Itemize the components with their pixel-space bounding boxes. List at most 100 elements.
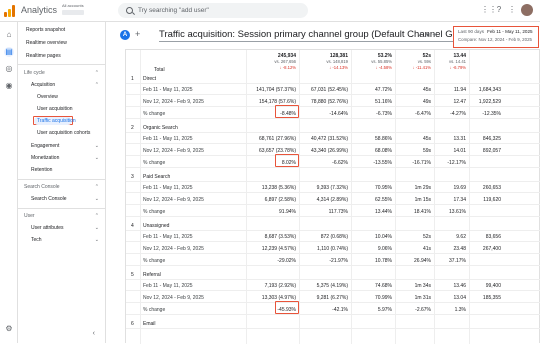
apps-grid-icon[interactable]: ⋮⋮: [481, 5, 497, 15]
table-row[interactable]: % change 8.02% -6.62% -13.55% -16.71% -12.17%: [126, 158, 540, 168]
row-label: Feb 11 - May 11, 2025: [143, 283, 193, 289]
chevron-down-icon[interactable]: ⌄: [95, 225, 99, 231]
total-change: ↓ -6.79%: [449, 65, 466, 70]
nav-retention[interactable]: Retention: [31, 167, 52, 173]
table-row[interactable]: Feb 11 - May 11, 2025 13,238 (5.36%) 9,393…: [126, 183, 540, 193]
table-cell: 119,620: [483, 197, 501, 203]
table-row[interactable]: % change -8.48% -14.64% -6.73% -6.47% -4.27% -…: [126, 109, 540, 119]
nav-user-acquisition-cohorts[interactable]: User acquisition cohorts: [37, 130, 90, 136]
table-row[interactable]: Nov 12, 2024 - Feb 9, 2025 13,303 (4.97%)…: [126, 293, 540, 303]
nav-monetization[interactable]: Monetization: [31, 155, 59, 161]
table-cell: 1.3%: [454, 307, 466, 313]
advertising-icon[interactable]: ◉: [4, 81, 14, 91]
row-label: % change: [143, 160, 166, 166]
group-row[interactable]: 3 Paid Search: [126, 172, 540, 182]
nav-user-attributes[interactable]: User attributes: [31, 225, 64, 231]
total-cell: 13.44 vs. 14.41 ↓ -6.79%: [421, 53, 466, 71]
table-row[interactable]: % change -45.93% -42.1% 5.97% -2.67% 1.3%: [126, 305, 540, 315]
group-row[interactable]: 5 Referral: [126, 270, 540, 280]
row-number: 3: [131, 174, 134, 180]
table-cell: -14.64%: [329, 111, 348, 117]
table-cell: 892,057: [482, 148, 501, 154]
row-label: % change: [143, 258, 166, 264]
chevron-up-icon[interactable]: ⌃: [95, 184, 99, 190]
chevron-down-icon[interactable]: ⌄: [95, 143, 99, 149]
table-cell: 4,314 (2.89%): [316, 197, 348, 203]
row-number: 4: [131, 223, 134, 229]
chevron-down-icon[interactable]: ⌄: [95, 155, 99, 161]
table-cell: 99,400: [485, 283, 501, 289]
avatar[interactable]: [521, 4, 533, 16]
comparison-chip-a[interactable]: A: [120, 30, 130, 40]
table-cell: -29.02%: [277, 258, 296, 264]
table-row[interactable]: Feb 11 - May 11, 2025 141,704 (57.37%) 67,…: [126, 85, 540, 95]
app-title: Analytics: [21, 5, 58, 15]
nav-overview[interactable]: Overview: [37, 94, 58, 100]
chevron-up-icon[interactable]: ⌃: [95, 213, 99, 219]
table-row[interactable]: % change -29.02% -21.97% 10.78% 26.94% 37.17%: [126, 256, 540, 266]
more-vert-icon[interactable]: ⋮: [507, 5, 517, 15]
home-icon[interactable]: ⌂: [4, 30, 14, 40]
nav-reports-snapshot[interactable]: Reports snapshot: [26, 27, 65, 33]
chevron-up-icon[interactable]: ⌃: [95, 82, 99, 88]
reports-icon[interactable]: ▤: [4, 47, 14, 57]
chevron-down-icon[interactable]: ⌄: [95, 196, 99, 202]
table-cell: 43,340 (26.99%): [311, 148, 348, 154]
group-row[interactable]: 1 Direct: [126, 74, 540, 84]
table-cell: 40,472 (31.52%): [311, 136, 348, 142]
highlight-box: [275, 301, 299, 314]
nav-realtime-pages[interactable]: Realtime pages: [26, 53, 61, 59]
section-user: User: [24, 213, 35, 219]
total-cell: 245,934 vs. 267,656 ↓ -8.12%: [251, 53, 296, 71]
row-label: % change: [143, 209, 166, 215]
table-row[interactable]: % change 91.94% 117.73% 13.44% 18.41% 13.61%: [126, 207, 540, 217]
search-input[interactable]: Try searching "add user": [118, 3, 308, 18]
nav-search-console[interactable]: Search Console: [31, 196, 67, 202]
property-name[interactable]: [62, 10, 84, 15]
section-search-console: Search Console: [24, 184, 60, 190]
date-range: Feb 11 - May 11, 2025: [487, 29, 533, 34]
explore-icon[interactable]: ◎: [4, 64, 14, 74]
date-range-picker[interactable]: Last 90 days Feb 11 - May 11, 2025 Compar…: [453, 26, 539, 48]
table-cell: 13,238 (5.36%): [261, 185, 296, 191]
nav-user-acquisition[interactable]: User acquisition: [37, 106, 73, 112]
table-row[interactable]: Feb 11 - May 11, 2025 8,687 (3.53%) 872 (0…: [126, 232, 540, 242]
analytics-logo-icon[interactable]: [4, 5, 16, 17]
data-table: Total 245,934 vs. 267,656 ↓ -8.12% 128,381 v…: [125, 49, 540, 344]
group-row[interactable]: 4 Unassigned: [126, 221, 540, 231]
group-row[interactable]: 2 Organic Search: [126, 123, 540, 133]
account-selector[interactable]: All accounts: [62, 3, 84, 8]
table-row[interactable]: Feb 11 - May 11, 2025 7,193 (2.92%) 5,375 …: [126, 281, 540, 291]
table-cell: 68,761 (27.96%): [259, 136, 296, 142]
table-cell: 1,684,343: [478, 87, 501, 93]
nav-traffic-acquisition[interactable]: Traffic acquisition: [37, 118, 76, 124]
nav-acquisition[interactable]: Acquisition: [31, 82, 55, 88]
total-change: ↓ -14.13%: [329, 65, 348, 70]
table-row[interactable]: Feb 11 - May 11, 2025 68,761 (27.96%) 40,4…: [126, 134, 540, 144]
chevron-down-icon[interactable]: ⌄: [95, 237, 99, 243]
chevron-up-icon[interactable]: ⌃: [95, 70, 99, 76]
add-comparison-icon[interactable]: +: [135, 29, 140, 39]
table-cell: -21.97%: [329, 258, 348, 264]
help-icon[interactable]: ?: [494, 5, 504, 15]
nav-engagement[interactable]: Engagement: [31, 143, 59, 149]
collapse-nav-icon[interactable]: ‹: [93, 330, 95, 337]
table-row[interactable]: Nov 12, 2024 - Feb 9, 2025 6,897 (2.58%) 4…: [126, 195, 540, 205]
row-number: 6: [131, 321, 134, 327]
table-cell: 67,031 (52.45%): [311, 87, 348, 93]
row-number: 1: [131, 76, 134, 82]
title-actions-icon[interactable]: ✓▾+: [417, 31, 439, 39]
table-row[interactable]: Nov 12, 2024 - Feb 9, 2025 63,657 (23.78%…: [126, 146, 540, 156]
nav-tech[interactable]: Tech: [31, 237, 42, 243]
group-row[interactable]: 6 Email: [126, 319, 540, 329]
table-cell: 83,656: [485, 234, 501, 240]
compare-range: Compare: Nov 12, 2024 - Feb 9, 2025: [458, 37, 532, 42]
settings-gear-icon[interactable]: ⚙: [4, 324, 14, 334]
row-label: Feb 11 - May 11, 2025: [143, 136, 193, 142]
table-row[interactable]: Nov 12, 2024 - Feb 9, 2025 154,178 (57.6%…: [126, 97, 540, 107]
channel-name: Unassigned: [143, 223, 170, 229]
table-row[interactable]: Nov 12, 2024 - Feb 9, 2025 12,239 (4.57%)…: [126, 244, 540, 254]
divider: [18, 179, 106, 180]
report-main: A + Traffic acquisition: Session primary…: [107, 22, 540, 344]
nav-realtime-overview[interactable]: Realtime overview: [26, 40, 67, 46]
